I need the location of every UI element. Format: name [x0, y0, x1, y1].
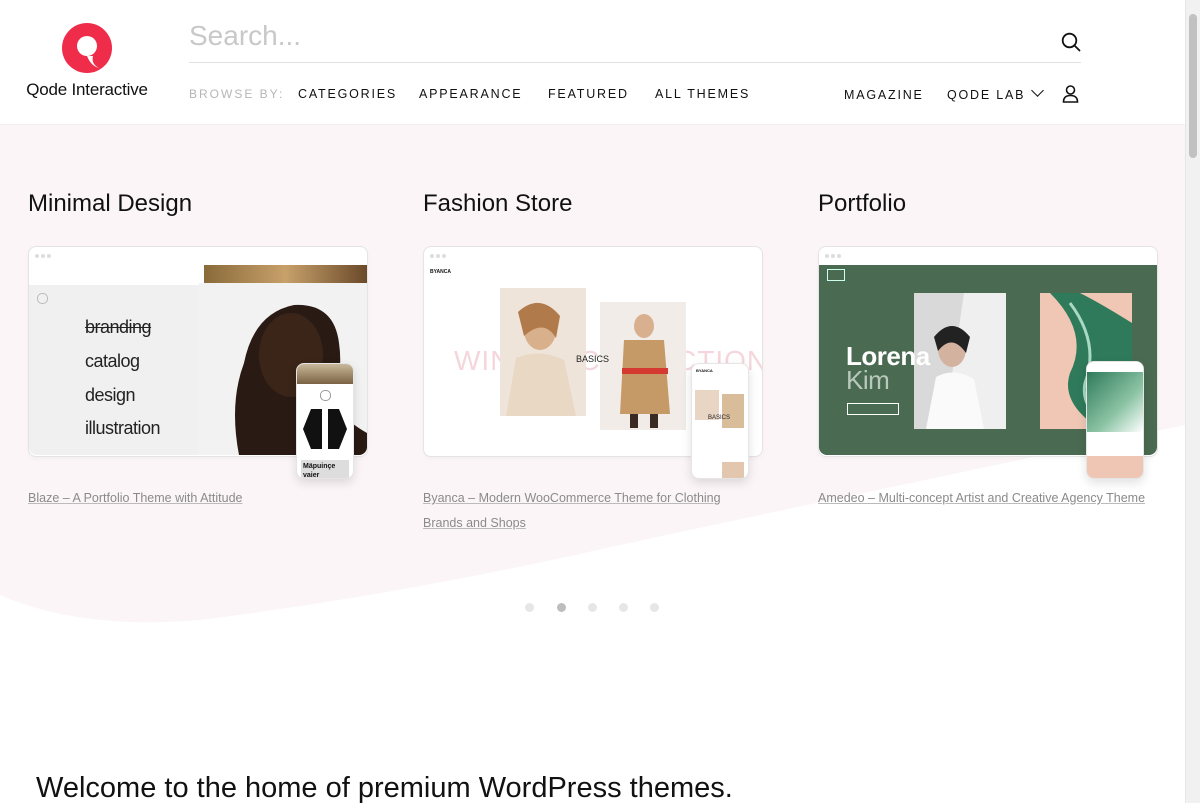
- theme-preview-byanca[interactable]: BYANCA WINTER COLLECTION BASICS BYANCA B…: [423, 246, 763, 479]
- card-title-minimal-design: Minimal Design: [28, 190, 193, 217]
- browser-bar: [29, 247, 367, 266]
- theme-link-byanca[interactable]: Byanca – Modern WooCommerce Theme for Cl…: [423, 486, 763, 536]
- phone-caption: Mäpuinçe vaier: [301, 460, 349, 478]
- phone-brand: BYANCA: [696, 368, 713, 373]
- brand-name: Qode Interactive: [26, 80, 148, 99]
- site-header: Qode Interactive BROWSE BY: CATEGORIES A…: [0, 0, 1185, 125]
- search-bar: [189, 14, 1081, 63]
- theme-preview-amedeo[interactable]: Lorena Kim: [818, 246, 1158, 479]
- nav-all-themes[interactable]: ALL THEMES: [655, 87, 750, 101]
- brand-small: BYANCA: [430, 269, 451, 275]
- slider-dot[interactable]: [650, 603, 659, 612]
- phone-label: BASICS: [708, 415, 731, 421]
- chevron-down-icon: [1031, 84, 1045, 97]
- search-input[interactable]: [189, 14, 1049, 58]
- model-image-1: [500, 288, 586, 416]
- browse-by-label: BROWSE BY:: [189, 87, 285, 101]
- theme-link-text: Byanca – Modern WooCommerce Theme for Cl…: [423, 491, 721, 530]
- theme-link-text: Amedeo – Multi-concept Artist and Creati…: [818, 491, 1146, 505]
- qode-logo-icon: [62, 23, 112, 73]
- scrollbar-thumb[interactable]: [1189, 14, 1197, 158]
- slider-dot[interactable]: [619, 603, 628, 612]
- preview-label: BASICS: [576, 354, 610, 364]
- card-title-fashion-store: Fashion Store: [423, 190, 573, 217]
- page-scrollbar[interactable]: [1185, 0, 1200, 803]
- search-icon[interactable]: [1061, 32, 1081, 52]
- hero-line-2: Kim: [846, 365, 890, 395]
- card-title-portfolio: Portfolio: [818, 190, 907, 217]
- brand-logo[interactable]: Qode Interactive: [26, 22, 148, 100]
- slider-dot-active[interactable]: [557, 603, 566, 612]
- theme-preview-blaze[interactable]: branding catalog design illustration Mäp…: [28, 246, 368, 479]
- nav-magazine[interactable]: MAGAZINE: [844, 88, 924, 102]
- nav-appearance[interactable]: APPEARANCE: [419, 87, 522, 101]
- preview-word: illustration: [85, 418, 161, 438]
- theme-link-text: Blaze – A Portfolio Theme with Attitude: [28, 491, 243, 505]
- slider-dot[interactable]: [525, 603, 534, 612]
- mobile-preview: BYANCA BASICS: [691, 363, 749, 479]
- nav-categories[interactable]: CATEGORIES: [298, 87, 397, 101]
- preview-word: design: [85, 385, 136, 405]
- mobile-preview: Mäpuinçe vaier: [296, 363, 354, 479]
- model-image-2: [600, 302, 686, 430]
- nav-qode-lab-label: QODE LAB: [947, 88, 1026, 102]
- theme-link-blaze[interactable]: Blaze – A Portfolio Theme with Attitude: [28, 486, 368, 511]
- slider-dot[interactable]: [588, 603, 597, 612]
- user-icon[interactable]: [1062, 85, 1079, 103]
- browser-bar: [819, 247, 1157, 266]
- nav-qode-lab[interactable]: QODE LAB: [947, 84, 1045, 102]
- preview-word: branding: [85, 317, 152, 337]
- theme-link-amedeo[interactable]: Amedeo – Multi-concept Artist and Creati…: [818, 486, 1158, 511]
- phone-graphic: [303, 407, 347, 451]
- preview-word: catalog: [85, 351, 140, 371]
- welcome-heading: Welcome to the home of premium WordPress…: [36, 772, 733, 804]
- mobile-preview: [1086, 361, 1144, 479]
- nav-featured[interactable]: FEATURED: [548, 87, 629, 101]
- browser-bar: [424, 247, 762, 266]
